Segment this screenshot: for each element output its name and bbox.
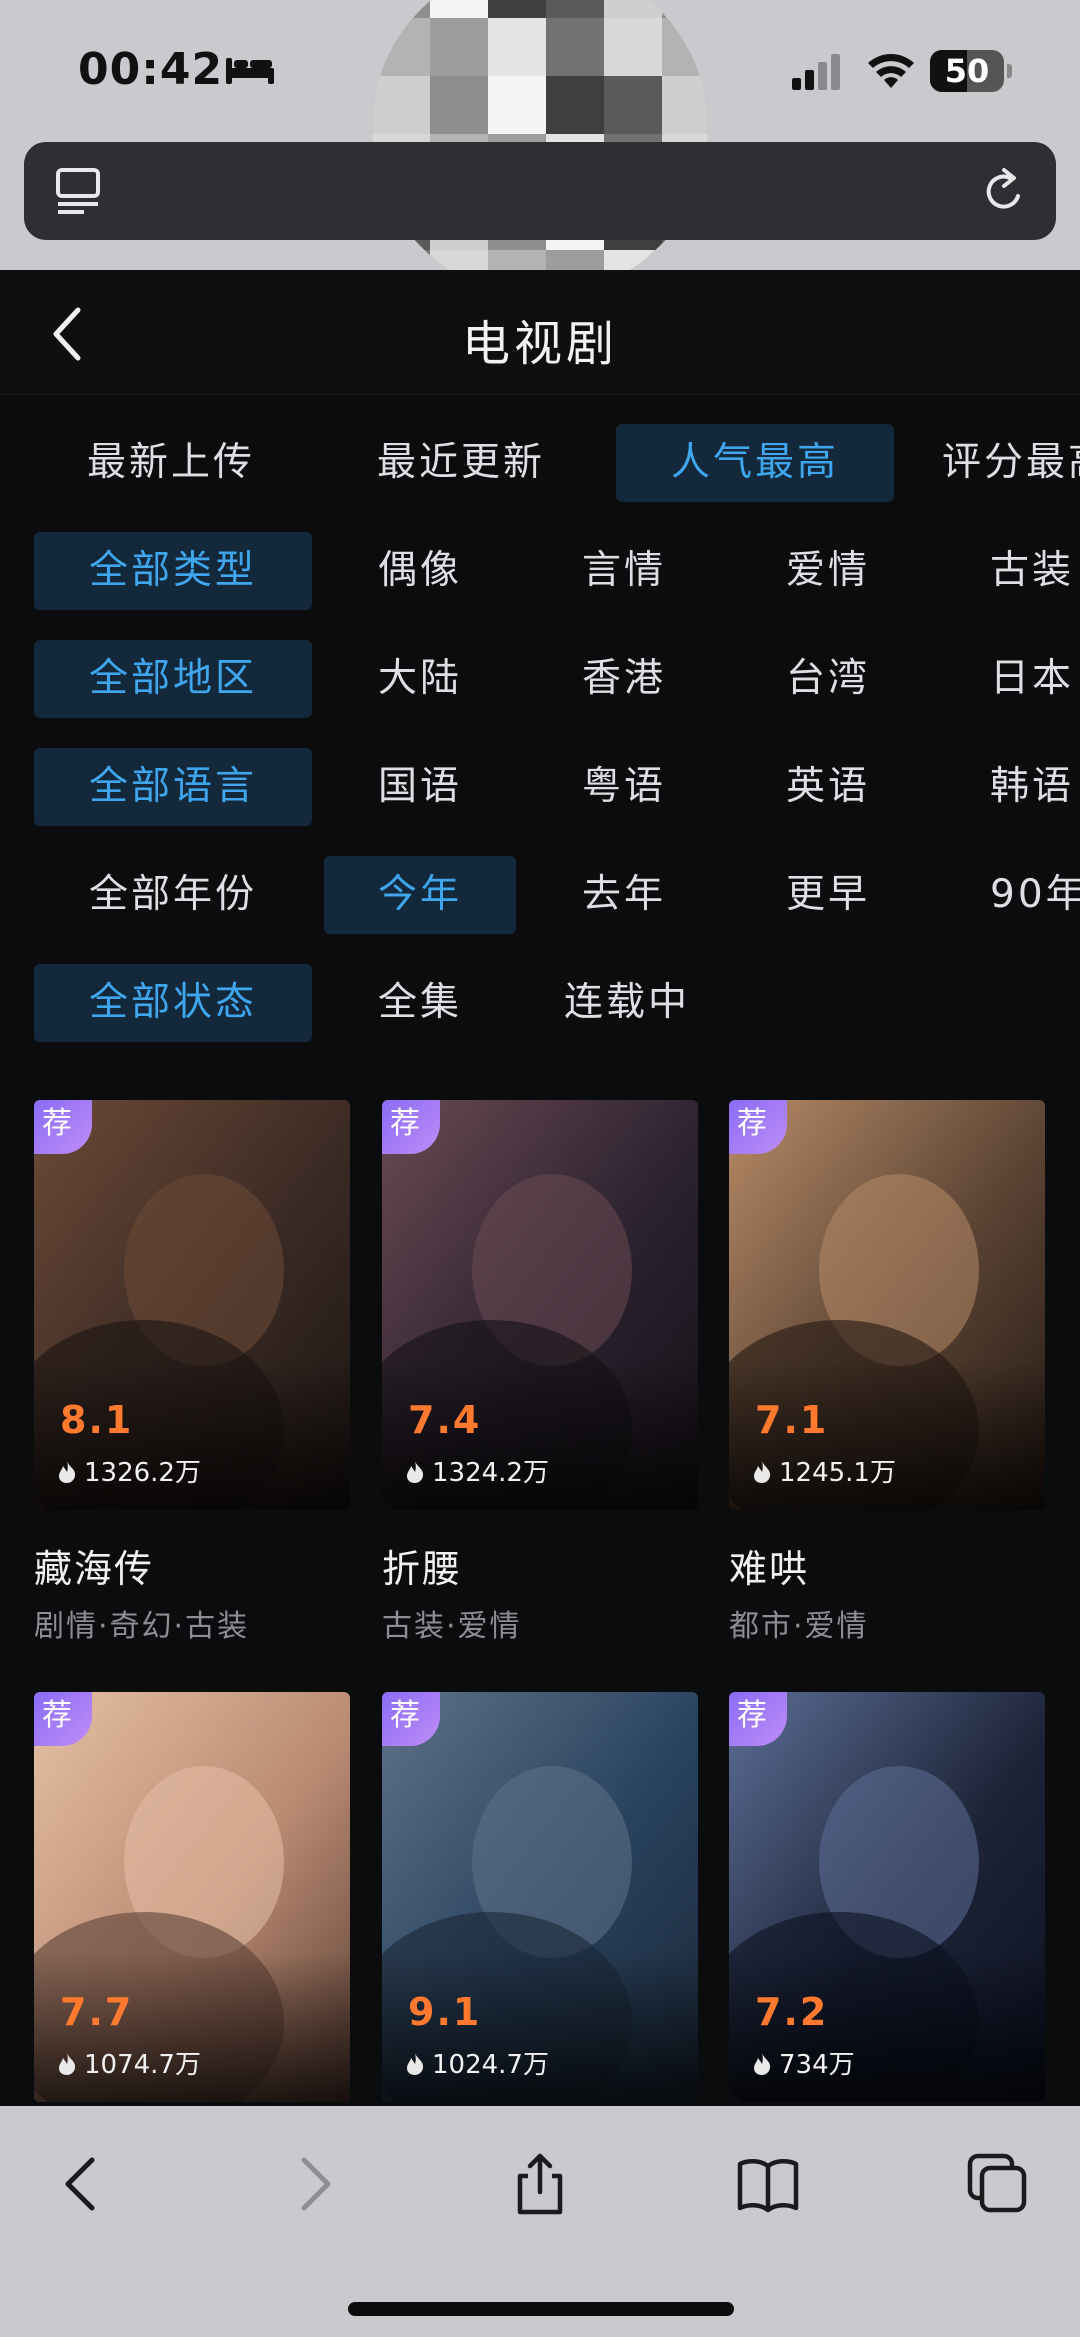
flame-icon [59,1461,76,1483]
type-option[interactable]: 言情 [544,532,704,610]
type-filter-row: 全部类型 偶像 言情 爱情 古装 [0,532,1080,612]
drama-card[interactable]: 荐 7.2 734万 [729,1692,1045,2102]
popularity-value: 1324.2万 [432,1458,549,1488]
status-option[interactable]: 连载中 [564,964,724,1042]
status-option[interactable]: 全集 [340,964,500,1042]
drama-title[interactable]: 藏海传 [34,1538,350,1593]
popularity-count: 1324.2万 [404,1452,549,1489]
sort-option[interactable]: 最新上传 [36,424,306,502]
rating-score: 9.1 [408,1990,482,2034]
drama-tags: 古装·爱情 [382,1609,522,1644]
sort-option-selected[interactable]: 人气最高 [616,424,894,502]
type-option-selected[interactable]: 全部类型 [34,532,312,610]
forward-icon[interactable] [282,2152,346,2216]
address-bar[interactable] [24,142,1056,240]
back-icon[interactable] [50,2152,114,2216]
drama-card[interactable]: 荐 7.7 1074.7万 [34,1692,350,2102]
year-option[interactable]: 去年 [544,856,704,934]
status-option-selected[interactable]: 全部状态 [34,964,312,1042]
popularity-count: 1245.1万 [751,1452,896,1489]
share-icon[interactable] [508,2152,572,2216]
poster-image[interactable]: 荐 8.1 1326.2万 [34,1100,350,1510]
year-option[interactable]: 90年代 [990,856,1080,934]
language-option[interactable]: 国语 [340,748,500,826]
region-option-selected[interactable]: 全部地区 [34,640,312,718]
wifi-icon [868,54,914,88]
reload-icon[interactable] [980,166,1028,216]
reader-icon[interactable] [54,166,102,216]
flame-icon [754,2053,771,2075]
poster-image[interactable]: 荐 7.4 1324.2万 [382,1100,698,1510]
popularity-value: 1245.1万 [779,1458,896,1488]
page-title: 电视剧 [461,316,618,372]
bookmarks-icon[interactable] [736,2152,800,2216]
language-option[interactable]: 韩语 [990,748,1080,826]
rating-score: 7.2 [755,1990,829,2034]
battery-indicator: 50 [930,50,1012,92]
flame-icon [59,2053,76,2075]
language-option[interactable]: 粤语 [544,748,704,826]
flame-icon [754,1461,771,1483]
language-option[interactable]: 英语 [748,748,908,826]
rating-score: 8.1 [60,1398,134,1442]
popularity-value: 734万 [779,2050,855,2080]
flame-icon [407,2053,424,2075]
signal-icon [792,54,840,90]
status-filter-row: 全部状态 全集 连载中 [0,964,1080,1044]
popularity-value: 1074.7万 [84,2050,201,2080]
status-time: 00:42 [78,44,224,95]
browser-top-bar: 00:42 50 [0,0,1080,296]
sort-option[interactable]: 最近更新 [326,424,596,502]
year-option[interactable]: 更早 [748,856,908,934]
poster-image[interactable]: 荐 7.1 1245.1万 [729,1100,1045,1510]
sort-option[interactable]: 评分最高 [942,424,1080,502]
rating-score: 7.1 [755,1398,829,1442]
year-option-selected[interactable]: 今年 [324,856,516,934]
drama-card[interactable]: 荐 7.1 1245.1万 难哄 都市·爱情 [729,1100,1045,1645]
rating-score: 7.7 [60,1990,134,2034]
sort-filter-row: 最新上传 最近更新 人气最高 评分最高 [0,424,1080,504]
type-option[interactable]: 古装 [990,532,1080,610]
bed-icon [226,58,274,84]
drama-card[interactable]: 荐 8.1 1326.2万 藏海传 剧情·奇幻·古装 [34,1100,350,1645]
year-filter-row: 全部年份 今年 去年 更早 90年代 [0,856,1080,936]
region-option[interactable]: 台湾 [748,640,908,718]
popularity-count: 734万 [751,2044,855,2081]
language-filter-row: 全部语言 国语 粤语 英语 韩语 [0,748,1080,828]
drama-card[interactable]: 荐 9.1 1024.7万 [382,1692,698,2102]
language-option-selected[interactable]: 全部语言 [34,748,312,826]
drama-title[interactable]: 折腰 [382,1538,698,1593]
tabs-icon[interactable] [966,2152,1030,2216]
flame-icon [407,1461,424,1483]
page-header: 电视剧 [0,270,1080,395]
rating-score: 7.4 [408,1398,482,1442]
poster-image[interactable]: 荐 9.1 1024.7万 [382,1692,698,2102]
home-indicator [348,2302,734,2316]
popularity-count: 1024.7万 [404,2044,549,2081]
popularity-value: 1024.7万 [432,2050,549,2080]
type-option[interactable]: 爱情 [748,532,908,610]
type-option[interactable]: 偶像 [340,532,500,610]
region-filter-row: 全部地区 大陆 香港 台湾 日本 [0,640,1080,720]
browser-bottom-bar [0,2106,1080,2337]
drama-title[interactable]: 难哄 [729,1538,1045,1593]
region-option[interactable]: 日本 [990,640,1080,718]
poster-image[interactable]: 荐 7.2 734万 [729,1692,1045,2102]
drama-tags: 剧情·奇幻·古装 [34,1609,250,1644]
popularity-count: 1074.7万 [56,2044,201,2081]
drama-tags: 都市·爱情 [729,1609,869,1644]
battery-percent: 50 [944,52,990,90]
region-option[interactable]: 香港 [544,640,704,718]
year-option[interactable]: 全部年份 [34,856,312,934]
region-option[interactable]: 大陆 [340,640,500,718]
poster-image[interactable]: 荐 7.7 1074.7万 [34,1692,350,2102]
drama-card[interactable]: 荐 7.4 1324.2万 折腰 古装·爱情 [382,1100,698,1645]
popularity-value: 1326.2万 [84,1458,201,1488]
popularity-count: 1326.2万 [56,1452,201,1489]
